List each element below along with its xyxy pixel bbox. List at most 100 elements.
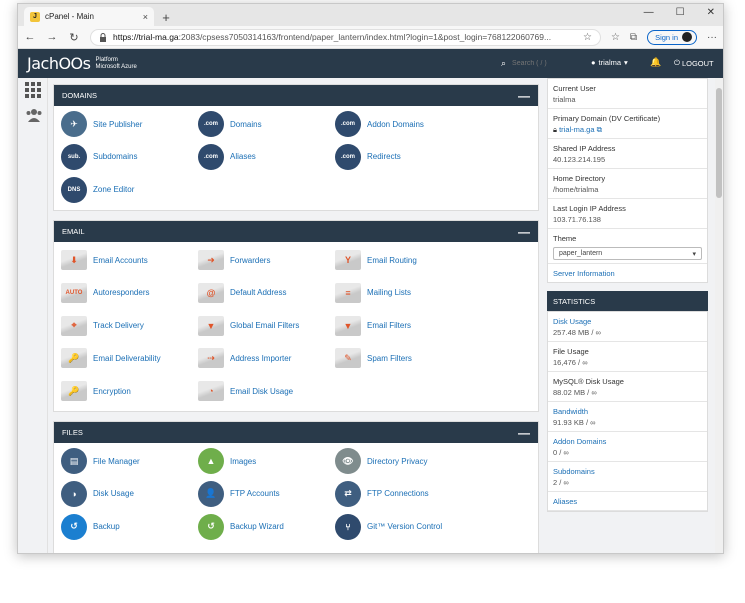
track-delivery-item[interactable]: ⌖ Track Delivery: [61, 312, 144, 340]
global-email-filters-icon: ▼: [198, 315, 224, 336]
maximize-icon[interactable]: ☐: [676, 7, 685, 18]
email-routing-item[interactable]: Y Email Routing: [335, 246, 417, 274]
email-panel-header[interactable]: EMAIL —: [54, 221, 538, 242]
email-accounts-item[interactable]: ⬇ Email Accounts: [61, 246, 148, 274]
ftp-accounts-item[interactable]: 👤 FTP Accounts: [198, 480, 280, 508]
backup-wizard-item[interactable]: ↺ Backup Wizard: [198, 513, 284, 541]
domains-item[interactable]: .com Domains: [198, 110, 262, 138]
file-manager-label: File Manager: [93, 456, 140, 466]
domains-icon: .com: [198, 111, 224, 137]
aliases-item[interactable]: .com Aliases: [198, 143, 256, 171]
minimize-icon[interactable]: —: [644, 7, 654, 18]
users-icon[interactable]: [25, 108, 42, 124]
email-panel: EMAIL — ⬇ Email Accounts ➜ Forwarders Y Email…: [53, 220, 539, 412]
ftp-connections-item[interactable]: ⇄ FTP Connections: [335, 480, 429, 508]
backup-item[interactable]: ↺ Backup: [61, 513, 120, 541]
search-input[interactable]: [512, 60, 583, 67]
domains-panel-header[interactable]: DOMAINS —: [54, 85, 538, 106]
default-address-icon: @: [198, 282, 224, 303]
zone-editor-item[interactable]: DNS Zone Editor: [61, 176, 134, 204]
backup-label: Backup: [93, 522, 120, 532]
logout-label: LOGOUT: [681, 58, 714, 68]
primary-domain-label: Primary Domain (DV Certificate): [553, 114, 661, 123]
autoresponders-icon: AUTO: [61, 282, 87, 303]
files-title: FILES: [62, 428, 83, 437]
url-input[interactable]: https://trial-ma.ga:2083/cpsess705031416…: [90, 28, 601, 46]
files-panel-header[interactable]: FILES —: [54, 422, 538, 443]
email-deliverability-item[interactable]: 🔑 Email Deliverability: [61, 344, 161, 372]
chevron-down-icon: ▾: [692, 250, 696, 258]
collapse-icon[interactable]: —: [518, 426, 530, 440]
ftp-connections-icon: ⇄: [335, 480, 361, 507]
addon-domains-item[interactable]: .com Addon Domains: [335, 110, 424, 138]
collapse-icon[interactable]: —: [518, 89, 530, 103]
stat-row-mysql-disk-usage: MySQL® Disk Usage 88.02 MB / ∞: [548, 372, 707, 402]
ftp-accounts-label: FTP Accounts: [230, 489, 280, 499]
ftp-connections-label: FTP Connections: [367, 489, 429, 499]
scrollbar-thumb[interactable]: [716, 88, 722, 198]
stat-row-subdomains: Subdomains 2 / ∞: [548, 462, 707, 492]
back-icon[interactable]: ←: [24, 31, 36, 43]
user-menu[interactable]: ● trialma ▾: [591, 58, 628, 67]
shared-ip-label: Shared IP Address: [553, 144, 616, 153]
stat-label-subdomains[interactable]: Subdomains: [553, 466, 702, 477]
stat-label-addon-domains[interactable]: Addon Domains: [553, 436, 702, 447]
notifications-bell-icon[interactable]: 🔔: [650, 57, 661, 68]
page-scrollbar[interactable]: [715, 78, 723, 553]
logout-button[interactable]: ⏻ LOGOUT: [674, 58, 714, 68]
default-address-item[interactable]: @ Default Address: [198, 279, 286, 307]
email-disk-usage-icon: ◔: [198, 381, 224, 402]
brand-logo[interactable]: JachOOs Platform Microsoft Azure: [18, 54, 158, 73]
subdomains-item[interactable]: sub. Subdomains: [61, 143, 137, 171]
global-email-filters-item[interactable]: ▼ Global Email Filters: [198, 312, 299, 340]
cpanel-favicon-icon: J: [30, 11, 40, 22]
git-version-control-icon: ⑂: [335, 513, 361, 540]
redirects-item[interactable]: .com Redirects: [335, 143, 401, 171]
close-tab-icon[interactable]: ×: [143, 12, 148, 22]
stat-label-aliases[interactable]: Aliases: [553, 496, 702, 507]
server-information-link[interactable]: Server Information: [553, 268, 702, 279]
collections-icon[interactable]: ⧉: [630, 32, 637, 43]
directory-privacy-item[interactable]: 👁 Directory Privacy: [335, 447, 427, 475]
spam-filters-item[interactable]: ✎ Spam Filters: [335, 344, 412, 372]
stat-label-bandwidth[interactable]: Bandwidth: [553, 406, 702, 417]
primary-domain-link[interactable]: trial-ma.ga: [559, 125, 594, 134]
theme-select[interactable]: paper_lantern ▾: [553, 247, 702, 260]
favorite-star-icon[interactable]: ☆: [583, 32, 592, 43]
favorites-icon[interactable]: ☆: [611, 32, 620, 43]
close-window-icon[interactable]: ✕: [707, 7, 715, 18]
chevron-down-icon: ▾: [624, 58, 628, 67]
file-manager-item[interactable]: ▤ File Manager: [61, 447, 140, 475]
stat-value-subdomains: 2 / ∞: [553, 478, 569, 487]
stat-label-disk-usage[interactable]: Disk Usage: [553, 316, 702, 327]
more-menu-icon[interactable]: ···: [707, 32, 717, 43]
stat-label-file-usage: File Usage: [553, 347, 589, 356]
address-importer-item[interactable]: ⇢ Address Importer: [198, 344, 291, 372]
autoresponders-label: Autoresponders: [93, 288, 150, 298]
forward-icon[interactable]: →: [46, 31, 58, 43]
mailing-lists-item[interactable]: ≡ Mailing Lists: [335, 279, 411, 307]
aliases-icon: .com: [198, 143, 224, 170]
disk-usage-item[interactable]: ◑ Disk Usage: [61, 480, 134, 508]
collapse-icon[interactable]: —: [518, 225, 530, 239]
sign-in-button[interactable]: Sign in: [647, 29, 697, 45]
email-disk-usage-item[interactable]: ◔ Email Disk Usage: [198, 377, 293, 405]
browser-tab[interactable]: J cPanel - Main ×: [24, 7, 154, 26]
email-accounts-icon: ⬇: [61, 250, 87, 270]
git-version-control-item[interactable]: ⑂ Git™ Version Control: [335, 513, 442, 541]
site-publisher-item[interactable]: ✈ Site Publisher: [61, 110, 142, 138]
track-delivery-label: Track Delivery: [93, 321, 144, 331]
email-filters-item[interactable]: ▼ Email Filters: [335, 312, 411, 340]
autoresponders-item[interactable]: AUTO Autoresponders: [61, 279, 149, 307]
mailing-lists-icon: ≡: [335, 282, 361, 303]
external-link-icon[interactable]: ⧉: [597, 125, 602, 134]
logo-subtitle-azure: Microsoft Azure: [95, 63, 137, 70]
reload-icon[interactable]: ↻: [68, 31, 80, 44]
user-icon: ●: [591, 58, 596, 67]
grid-menu-icon[interactable]: [25, 82, 41, 98]
encryption-item[interactable]: 🔑 Encryption: [61, 377, 131, 405]
theme-row: Theme paper_lantern ▾: [548, 229, 707, 264]
forwarders-item[interactable]: ➜ Forwarders: [198, 246, 270, 274]
images-item[interactable]: ▲ Images: [198, 447, 256, 475]
new-tab-button[interactable]: +: [158, 8, 174, 26]
